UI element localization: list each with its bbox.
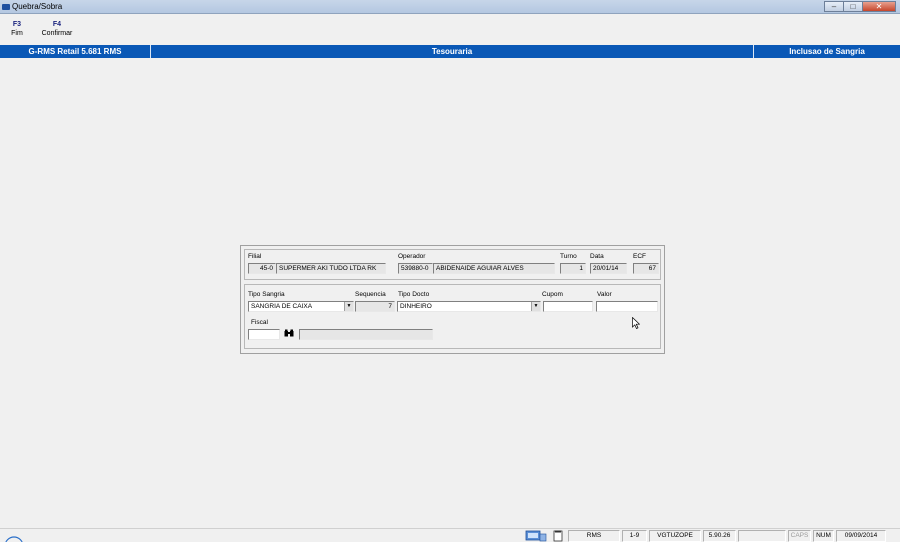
operador-label: Operador (398, 253, 426, 260)
filial-name-field: SUPERMER AKI TUDO LTDA RK (276, 263, 386, 274)
ecf-label: ECF (633, 253, 646, 260)
cupom-label: Cupom (542, 291, 563, 298)
sangria-details-group: Tipo Sangria SANGRIA DE CAIXA ▼ Sequenci… (244, 284, 661, 349)
filial-label: Filial (248, 253, 262, 260)
windows-logo-icon (5, 536, 23, 542)
fim-key: F3 (12, 21, 22, 28)
status-caps: CAPS (788, 530, 811, 542)
binoculars-search-icon[interactable] (283, 329, 295, 340)
document-icon (553, 530, 563, 542)
app-icon (2, 4, 10, 10)
window-controls: – □ ✕ (824, 1, 896, 12)
status-date: 09/09/2014 (836, 530, 886, 542)
tipo-sangria-value: SANGRIA DE CAIXA (251, 303, 313, 310)
close-button[interactable]: ✕ (862, 1, 896, 12)
confirmar-button[interactable]: F4 Confirmar (38, 20, 76, 38)
turno-label: Turno (560, 253, 577, 260)
sangria-panel: Filial 45-0 SUPERMER AKI TUDO LTDA RK Op… (240, 245, 665, 354)
module-header: G-RMS Retail 5.681 RMS Tesouraria Inclus… (0, 45, 900, 58)
mouse-cursor-icon (632, 317, 640, 329)
turno-field: 1 (560, 263, 586, 274)
valor-label: Valor (597, 291, 612, 298)
status-system: RMS (568, 530, 620, 542)
toolbar: F3 Fim F4 Confirmar (0, 15, 900, 45)
sequencia-field: 7 (355, 301, 395, 312)
ecf-field: 67 (633, 263, 659, 274)
screen-title: Inclusao de Sangria (789, 47, 865, 56)
binoculars-icon (284, 329, 294, 337)
chevron-down-icon[interactable]: ▼ (344, 302, 353, 311)
status-range: 1-9 (622, 530, 647, 542)
confirmar-label: Confirmar (41, 30, 73, 37)
fiscal-description-field (299, 329, 433, 340)
window-title: Quebra/Sobra (12, 2, 63, 11)
minimize-button[interactable]: – (824, 1, 844, 12)
operador-name-field: ABIDENAIDE AGUIAR ALVES (433, 263, 555, 274)
data-field: 20/01/14 (590, 263, 627, 274)
confirmar-key: F4 (52, 21, 62, 28)
status-user: VGTUZOPE (649, 530, 701, 542)
system-version: G-RMS Retail 5.681 RMS (28, 47, 122, 56)
fiscal-label: Fiscal (251, 319, 268, 326)
filial-code-field: 45-0 (248, 263, 276, 274)
maximize-button[interactable]: □ (843, 1, 863, 12)
status-version: 5.90.26 (703, 530, 736, 542)
module-title: Tesouraria (431, 47, 473, 56)
tipo-docto-value: DINHEIRO (400, 303, 432, 310)
status-blank (738, 530, 786, 542)
tipo-sangria-select[interactable]: SANGRIA DE CAIXA ▼ (248, 301, 354, 312)
operador-code-field: 539880-0 (398, 263, 433, 274)
network-icon (525, 530, 547, 542)
title-bar: Quebra/Sobra – □ ✕ (0, 0, 900, 14)
valor-input[interactable] (596, 301, 658, 312)
fiscal-input[interactable] (248, 329, 280, 340)
status-num: NUM (813, 530, 834, 542)
tipo-docto-select[interactable]: DINHEIRO ▼ (397, 301, 541, 312)
fim-label: Fim (11, 30, 23, 37)
data-label: Data (590, 253, 604, 260)
header-info-group: Filial 45-0 SUPERMER AKI TUDO LTDA RK Op… (244, 249, 661, 280)
fim-button[interactable]: F3 Fim (9, 20, 25, 38)
tipo-docto-label: Tipo Docto (398, 291, 430, 298)
chevron-down-icon[interactable]: ▼ (531, 302, 540, 311)
tipo-sangria-label: Tipo Sangria (248, 291, 285, 298)
sequencia-label: Sequencia (355, 291, 386, 298)
status-bar: RMS 1-9 VGTUZOPE 5.90.26 CAPS NUM 09/09/… (0, 528, 900, 542)
cupom-input[interactable] (543, 301, 593, 312)
